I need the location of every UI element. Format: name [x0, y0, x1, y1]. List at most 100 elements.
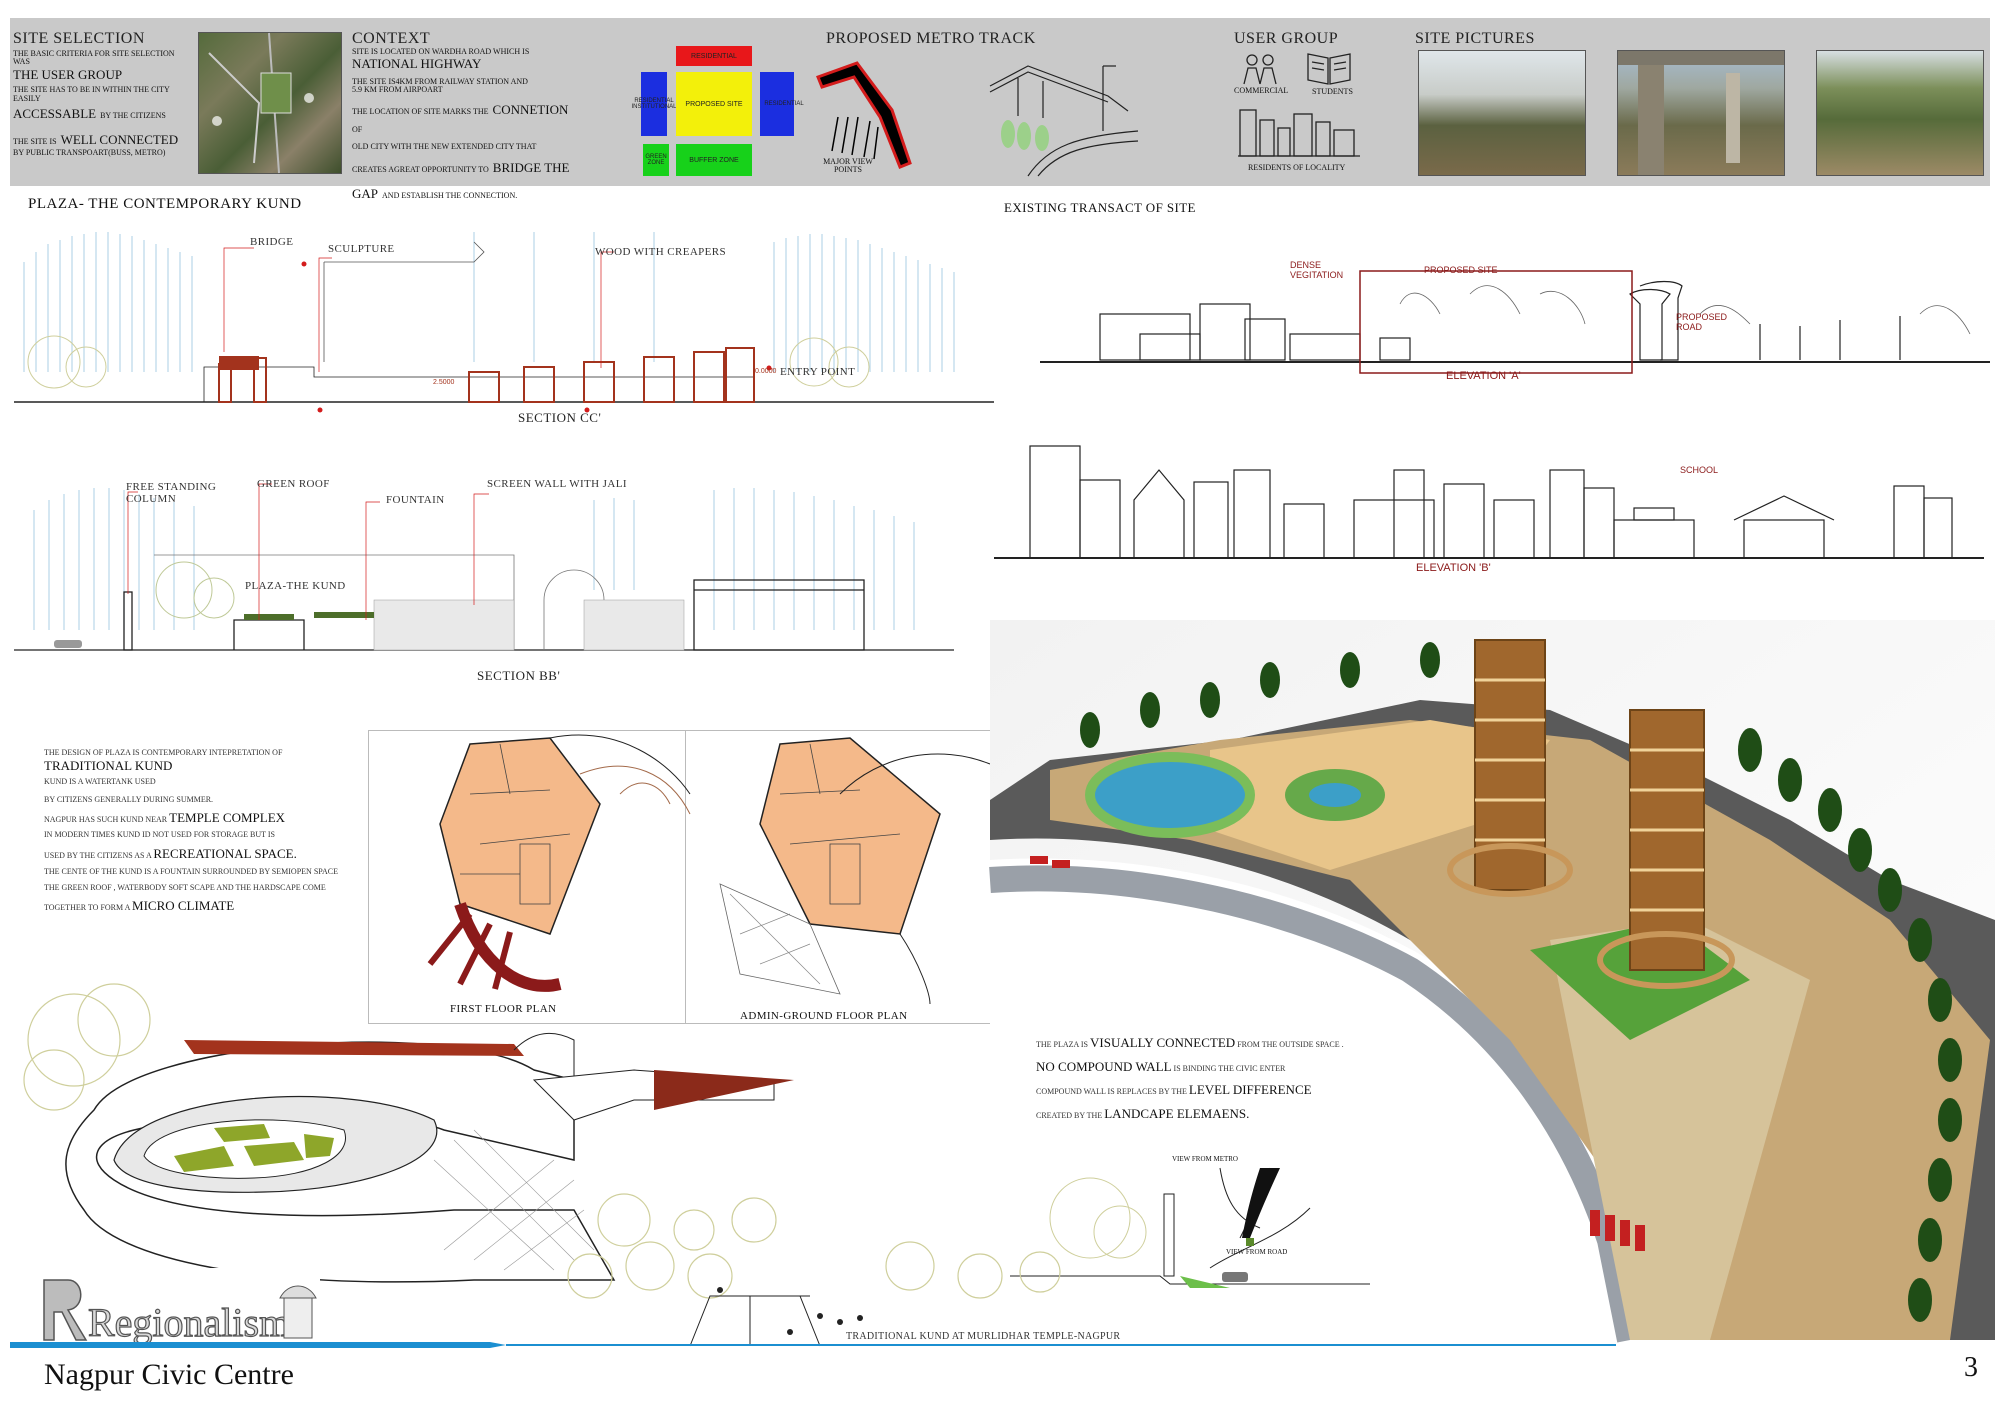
view-from-metro-label: VIEW FROM METRO — [1172, 1155, 1238, 1163]
green-roof-label: GREEN ROOF — [257, 478, 330, 490]
site-selection-block: SITE SELECTION THE BASIC CRITERIA FOR SI… — [13, 30, 193, 158]
plain-text: OF — [352, 124, 363, 134]
design-line: BY CITIZENS GENERALLY DURING SUMMER. — [44, 794, 214, 804]
zone-green: GREEN ZONE — [643, 144, 669, 176]
design-line: THE DESIGN OF PLAZA IS CONTEMPORARY INTE… — [44, 748, 283, 757]
plain-text: THE LOCATION OF SITE MARKS THE — [352, 106, 489, 116]
plain-text: CREATES AGREAT OPPORTUNITY TO — [352, 165, 489, 175]
context-line: SITE IS LOCATED ON WARDHA ROAD WHICH IS — [352, 47, 530, 56]
context-line: 5.9 KM FROM AIRPOART — [352, 85, 443, 95]
elevation-a-label: ELEVATION 'A' — [1446, 370, 1521, 382]
map-overlay — [208, 32, 314, 174]
design-line: IN MODERN TIMES KUND ID NOT USED FOR STO… — [44, 829, 275, 839]
plain-text: AND ESTABLISH THE CONNECTION. — [382, 191, 518, 201]
metro-viewpoints-label: MAJOR VIEW POINTS — [823, 157, 873, 175]
context-title: CONTEXT — [352, 30, 431, 47]
level-0000: 0.0000 — [755, 368, 777, 375]
page-number: 3 — [1964, 1352, 1978, 1383]
kund-label: PLAZA-THE KUND — [245, 580, 346, 592]
elevation-a-sketch — [1040, 270, 1990, 374]
visual-line: CREATED BY THE LANDCAPE ELEMAENS. — [1036, 1106, 1356, 1122]
emph-text: BRIDGE THE — [492, 160, 570, 176]
design-line: TOGETHER TO FORM A MICRO CLIMATE — [44, 898, 374, 914]
emph-text: NO COMPOUND WALL — [1036, 1058, 1172, 1074]
emph-text: CONNETION — [492, 101, 569, 117]
metro-title: PROPOSED METRO TRACK — [826, 30, 1036, 47]
plain-text: FROM THE OUTSIDE SPACE . — [1237, 1040, 1344, 1049]
context-line: OLD CITY WITH THE NEW EXTENDED CITY THAT — [352, 141, 537, 151]
level-2500: 2.5000 — [433, 379, 455, 386]
elevation-b-sketch — [994, 445, 1984, 559]
zone-proposed-site: PROPOSED SITE — [676, 72, 752, 136]
emph-text: VISUALLY CONNECTED — [1090, 1035, 1236, 1050]
proposed-site-label: PROPOSED SITE — [1424, 265, 1498, 275]
design-line: NAGPUR HAS SUCH KUND NEAR TEMPLE COMPLEX — [44, 810, 374, 826]
context-line: THE LOCATION OF SITE MARKS THE CONNETION… — [352, 101, 582, 137]
plain-text: IS BINDING THE CIVIC ENTER — [1173, 1063, 1286, 1073]
site-selection-title: SITE SELECTION — [13, 30, 145, 47]
zone-residential: RESIDENTIAL — [676, 46, 752, 66]
bridge-label: BRIDGE — [250, 236, 294, 248]
user-group-title: USER GROUP — [1234, 30, 1339, 47]
visual-line: NO COMPOUND WALL IS BINDING THE CIVIC EN… — [1036, 1059, 1356, 1075]
emph-text: RECREATIONAL SPACE. — [153, 845, 297, 861]
wood-label: WOOD WITH CREAPERS — [595, 246, 727, 258]
emph-text: GAP — [352, 186, 379, 202]
emph-text: ACCESSABLE — [13, 106, 97, 122]
visual-line: THE PLAZA IS VISUALLY CONNECTED FROM THE… — [1036, 1035, 1356, 1051]
emph-text: WELL CONNECTED — [60, 132, 179, 148]
plain-text: THE SITE IS — [13, 137, 57, 147]
students-icon — [1307, 53, 1351, 85]
logo-text: Regionalism — [88, 1300, 290, 1345]
plain-text: NAGPUR HAS SUCH KUND NEAR — [44, 815, 168, 825]
elevation-b-label: ELEVATION 'B' — [1416, 562, 1491, 574]
regionalism-logo: Regionalism — [40, 1268, 320, 1346]
sculpture-label: SCULPTURE — [328, 243, 395, 255]
metro-sketch — [989, 65, 1139, 177]
site-selection-line: THE SITE IS WELL CONNECTED — [13, 131, 193, 149]
site-photo-1 — [1418, 50, 1586, 176]
residents-icon — [1238, 109, 1360, 157]
site-selection-line: THE BASIC CRITERIA FOR SITE SELECTION WA… — [13, 49, 175, 67]
plain-text: CREATED BY THE — [1036, 1110, 1103, 1120]
visual-line: COMPOUND WALL IS REPLACES BY THE LEVEL D… — [1036, 1082, 1356, 1098]
emph-text: MICRO CLIMATE — [132, 898, 235, 914]
context-line: GAP AND ESTABLISH THE CONNECTION. — [352, 185, 582, 203]
footer-line — [10, 1342, 1616, 1348]
section-cc-title: SECTION CC' — [518, 410, 602, 425]
zone-buffer: BUFFER ZONE — [676, 144, 752, 176]
site-selection-line: BY PUBLIC TRANSPOART(BUSS, METRO) — [13, 148, 166, 158]
site-selection-line: THE USER GROUP — [13, 66, 123, 82]
emph-text: LEVEL DIFFERENCE — [1188, 1082, 1312, 1098]
students-label: STUDENTS — [1312, 87, 1353, 96]
commercial-icon — [1243, 54, 1277, 85]
plain-text: BY THE CITIZENS — [100, 111, 166, 121]
site-selection-line: ACCESSABLE BY THE CITIZENS — [13, 105, 193, 123]
design-description: THE DESIGN OF PLAZA IS CONTEMPORARY INTE… — [44, 748, 374, 914]
section-cc-drawing — [14, 232, 994, 413]
section-bb-title: SECTION BB' — [477, 668, 561, 683]
proposed-road-label: PROPOSED ROAD — [1676, 312, 1728, 332]
transect-title: EXISTING TRANSACT OF SITE — [1004, 200, 1196, 215]
view-from-road-label: VIEW FROM ROAD — [1226, 1248, 1288, 1256]
column-label: FREE STANDING COLUMN — [126, 481, 217, 505]
visual-connection-text: THE PLAZA IS VISUALLY CONNECTED FROM THE… — [1036, 1035, 1356, 1122]
site-photo-2 — [1617, 50, 1785, 176]
context-line: NATIONAL HIGHWAY — [352, 56, 482, 72]
design-line: KUND IS A WATERTANK USED — [44, 777, 156, 787]
context-line: CREATES AGREAT OPPORTUNITY TO BRIDGE THE — [352, 159, 582, 177]
zone-right-label: RESIDENTIAL — [764, 101, 804, 107]
project-title: Nagpur Civic Centre — [44, 1358, 294, 1391]
entry-point-label: ENTRY POINT — [780, 366, 856, 378]
commercial-label: COMMERCIAL — [1234, 86, 1289, 95]
emph-text: LANDCAPE ELEMAENS. — [1104, 1105, 1250, 1121]
design-line: THE GREEN ROOF , WATERBODY SOFT SCAPE AN… — [44, 882, 326, 892]
site-pictures-title: SITE PICTURES — [1415, 30, 1535, 47]
site-selection-line: THE SITE HAS TO BE IN WITHIN THE CITY EA… — [13, 85, 170, 103]
design-line: USED BY THE CITIZENS AS A RECREATIONAL S… — [44, 846, 374, 862]
plain-text: USED BY THE CITIZENS AS A — [44, 850, 152, 860]
residents-label: RESIDENTS OF LOCALITY — [1248, 163, 1346, 172]
plain-text: TOGETHER TO FORM A — [44, 903, 131, 913]
zone-residential-institutional-label: RESIDENTIAL INSTITUTIONAL — [631, 98, 677, 110]
satellite-map-image — [198, 32, 342, 174]
